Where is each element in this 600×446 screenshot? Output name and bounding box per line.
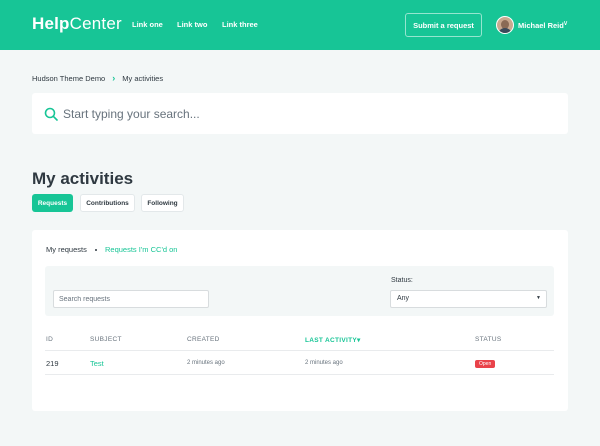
breadcrumb: Hudson Theme Demo › My activities [32,73,163,83]
chevron-right-icon: › [112,73,116,83]
column-header-subject: SUBJECT [90,336,122,343]
submit-request-button[interactable]: Submit a request [405,13,482,37]
column-header-status: STATUS [475,336,502,343]
subnav-separator [95,249,97,251]
site-logo[interactable]: HelpCenter [32,14,122,34]
tab-contributions[interactable]: Contributions [80,194,135,212]
nav-link-two[interactable]: Link two [177,20,207,29]
request-search-input[interactable] [53,290,209,308]
request-filters: Status: Any ▼ [45,266,554,316]
request-last-activity: 2 minutes ago [305,360,343,366]
sort-desc-icon: ▾ [357,337,361,344]
subnav-my-requests: My requests [46,245,87,254]
site-header: HelpCenter Link one Link two Link three … [0,0,600,50]
avatar[interactable] [496,16,514,34]
table-divider [45,374,554,375]
status-select-value: Any [397,295,410,302]
search-icon [44,107,58,121]
breadcrumb-item-home[interactable]: Hudson Theme Demo [32,74,105,83]
status-select[interactable]: Any ▼ [390,290,547,308]
status-filter-label: Status: [391,277,413,284]
page-title: My activities [32,169,134,188]
chevron-down-icon[interactable]: ∨ [563,19,568,27]
request-subject-link[interactable]: Test [90,359,104,368]
column-header-last-activity[interactable]: LAST ACTIVITY▾ [305,336,361,344]
search-bar [32,93,568,134]
column-header-created: CREATED [187,336,220,343]
dropdown-arrow-icon: ▼ [536,295,541,301]
tab-following[interactable]: Following [141,194,184,212]
nav-link-three[interactable]: Link three [222,20,258,29]
nav-link-one[interactable]: Link one [132,20,163,29]
search-input[interactable] [63,104,553,124]
table-divider [45,350,554,351]
subnav-cc-requests[interactable]: Requests I'm CC'd on [105,245,177,254]
user-menu-name[interactable]: Michael Reid [518,21,564,30]
requests-panel: My requests Requests I'm CC'd on Status:… [32,230,568,411]
request-created: 2 minutes ago [187,360,225,366]
breadcrumb-item-current[interactable]: My activities [122,74,163,83]
request-id: 219 [46,359,59,368]
column-header-id: ID [46,336,54,343]
status-badge: Open [475,360,496,368]
tab-requests[interactable]: Requests [32,194,73,212]
